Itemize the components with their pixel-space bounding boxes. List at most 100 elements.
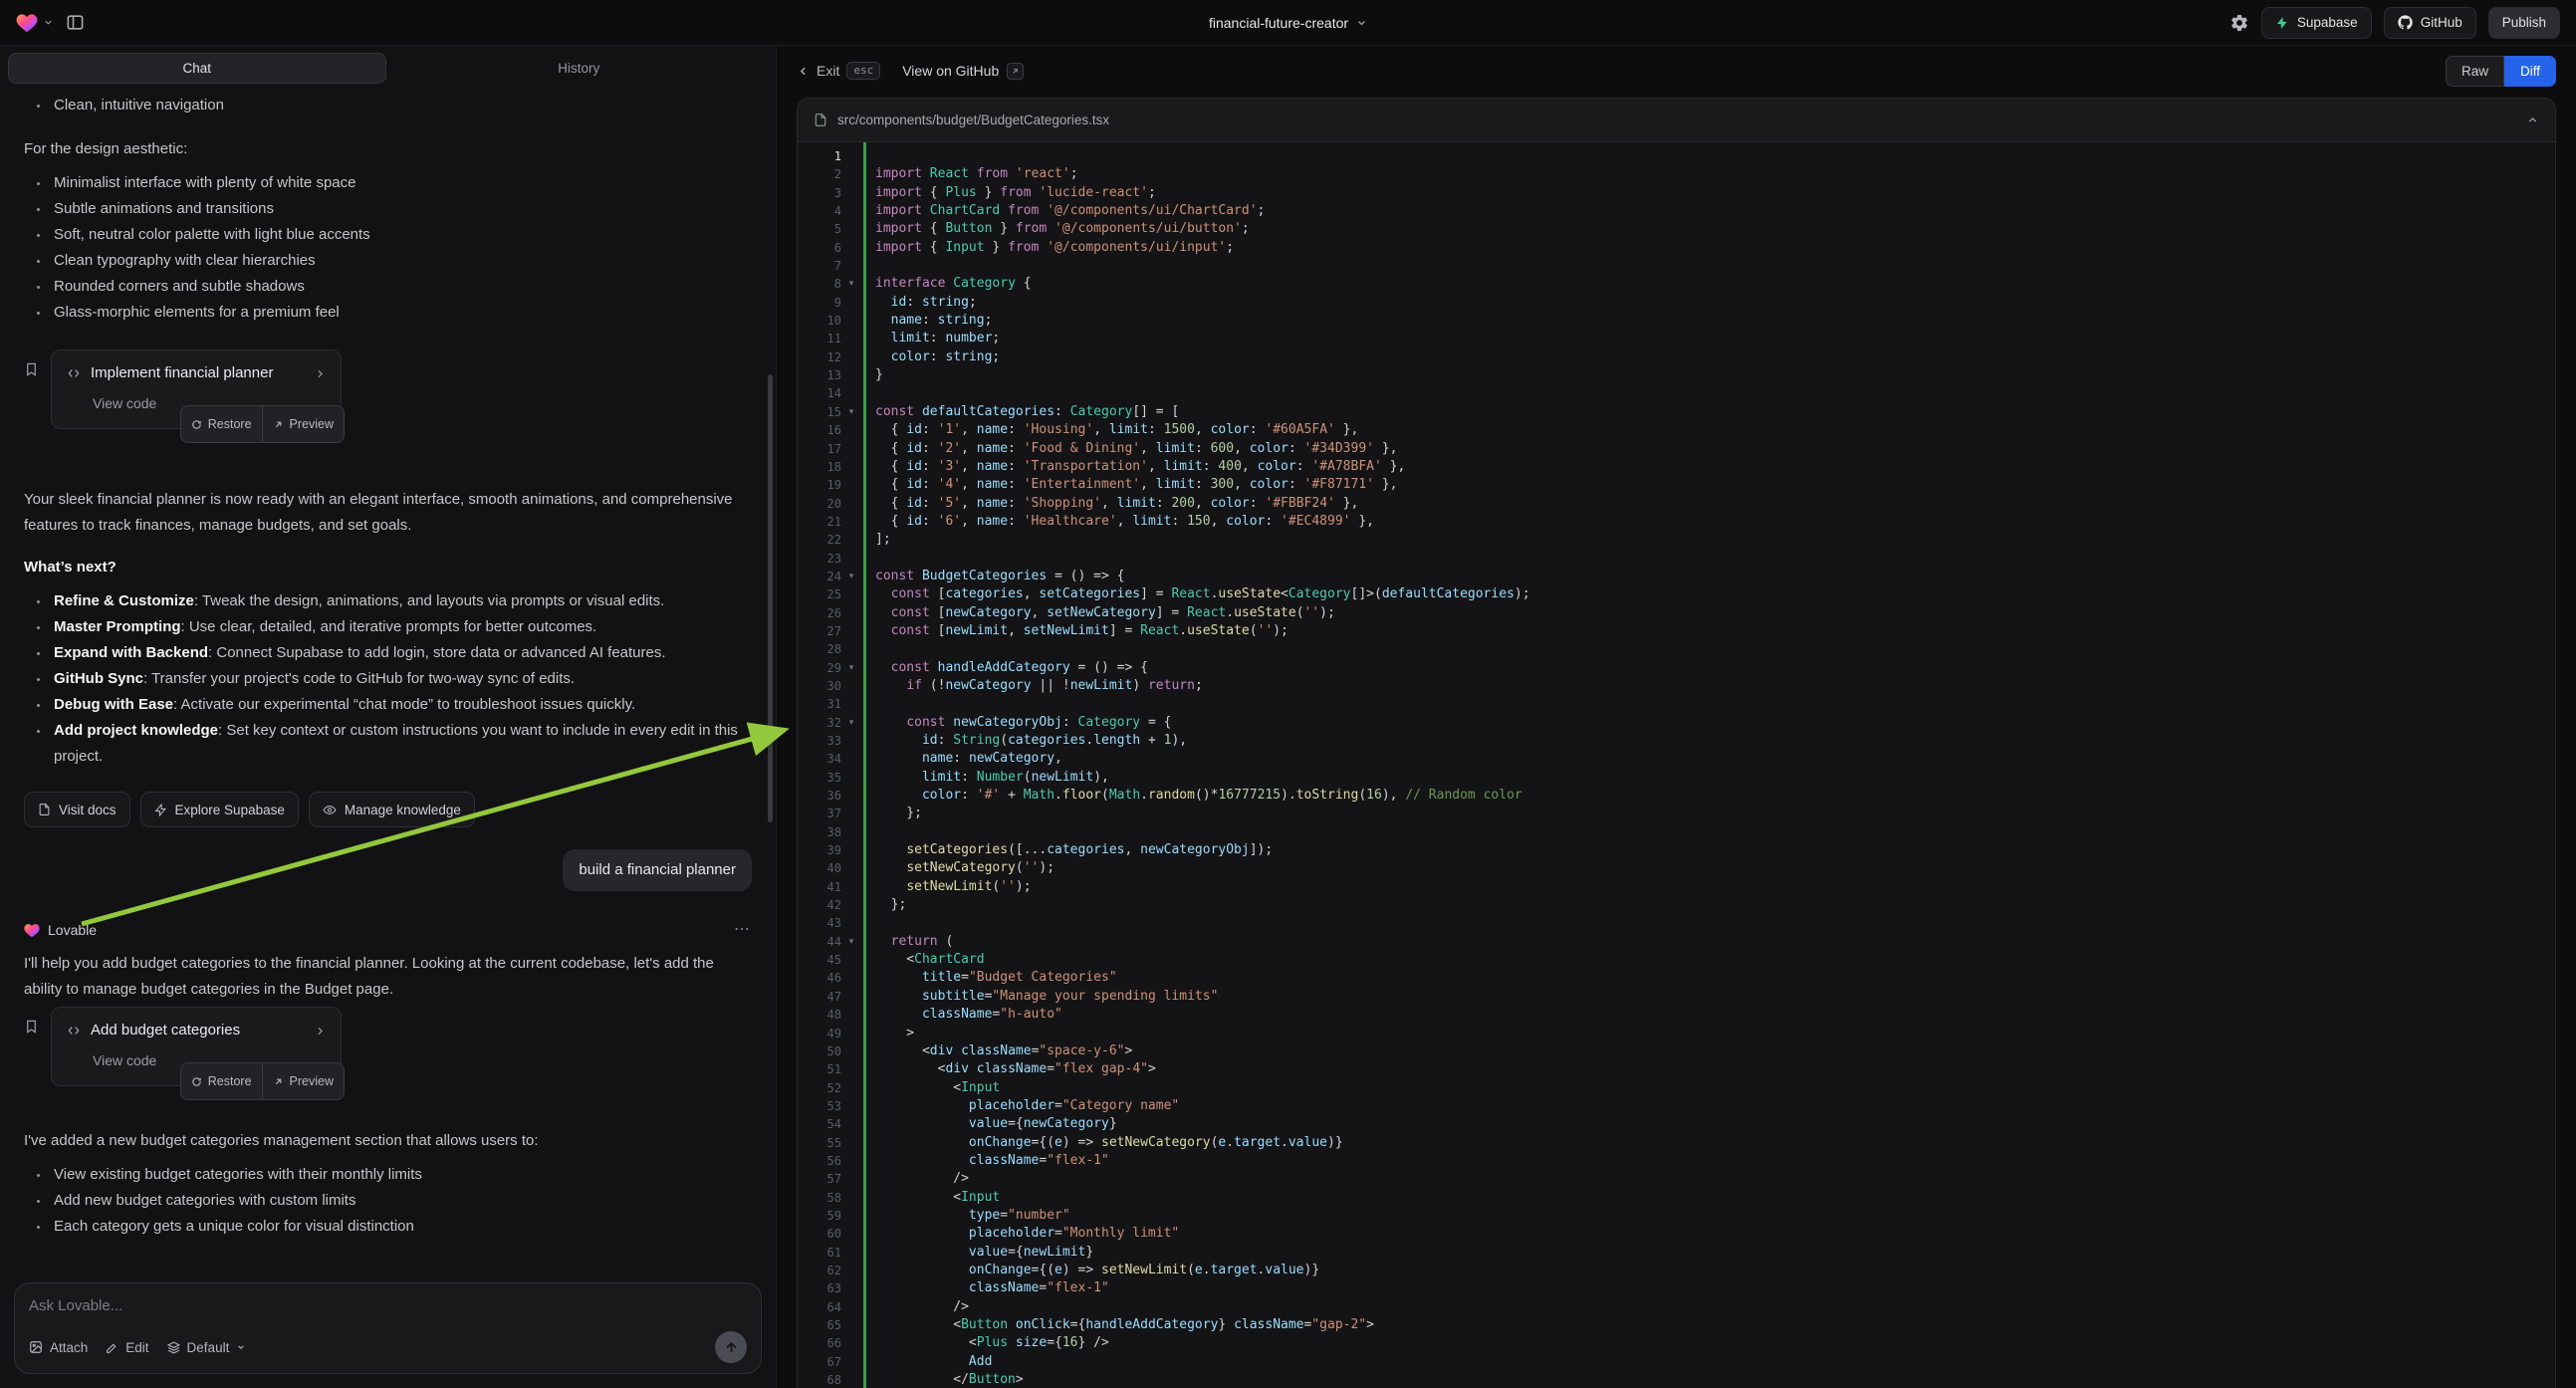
- bookmark-icon[interactable]: [24, 1019, 39, 1035]
- assistant-header: Lovable ⋯: [24, 917, 752, 943]
- sidebar-toggle-button[interactable]: [66, 13, 85, 32]
- external-link-icon: [1011, 67, 1020, 76]
- external-link-icon: [273, 419, 284, 430]
- code-line: 15▾const defaultCategories: Category[] =…: [798, 403, 2555, 421]
- code-line: 53 placeholder="Category name": [798, 1097, 2555, 1115]
- github-button[interactable]: GitHub: [2384, 7, 2476, 39]
- diff-tab[interactable]: Diff: [2504, 56, 2556, 87]
- code-line: 1: [798, 147, 2555, 165]
- exit-button[interactable]: Exit esc: [797, 62, 880, 80]
- code-line: 35 limit: Number(newLimit),: [798, 769, 2555, 787]
- code-line: 57 />: [798, 1170, 2555, 1188]
- tool-card-implement-financial-planner[interactable]: Implement financial planner View code Re…: [51, 349, 342, 429]
- message-options-button[interactable]: ⋯: [734, 917, 752, 943]
- user-message: build a financial planner: [563, 849, 752, 891]
- edit-label: Edit: [125, 1340, 148, 1355]
- code-toolbar: Exit esc View on GitHub Raw Diff: [777, 46, 2576, 96]
- explore-supabase-button[interactable]: Explore Supabase: [140, 792, 299, 827]
- tool-card-title: Implement financial planner: [91, 360, 273, 386]
- bookmark-icon[interactable]: [24, 361, 39, 377]
- code-line: 5import { Button } from '@/components/ui…: [798, 220, 2555, 238]
- file-header[interactable]: src/components/budget/BudgetCategories.t…: [798, 99, 2555, 142]
- manage-knowledge-button[interactable]: Manage knowledge: [309, 792, 475, 827]
- code-line: 66 <Plus size={16} />: [798, 1334, 2555, 1352]
- list-item: Master Prompting: Use clear, detailed, a…: [50, 614, 752, 640]
- external-link-icon: [273, 1076, 284, 1087]
- view-code-link[interactable]: View code: [93, 1047, 156, 1073]
- code-line: 34 name: newCategory,: [798, 750, 2555, 768]
- chevron-left-icon: [797, 65, 810, 78]
- code-line: 9 id: string;: [798, 294, 2555, 312]
- list-item: Expand with Backend: Connect Supabase to…: [50, 640, 752, 666]
- tool-card-add-budget-categories[interactable]: Add budget categories View code Restore: [51, 1007, 342, 1086]
- code-line: 41 setNewLimit('');: [798, 878, 2555, 896]
- collapse-file-button[interactable]: [2526, 114, 2539, 126]
- code-line: 21 { id: '6', name: 'Healthcare', limit:…: [798, 513, 2555, 531]
- view-code-link[interactable]: View code: [93, 390, 156, 416]
- raw-tab[interactable]: Raw: [2446, 56, 2504, 87]
- code-line: 17 { id: '2', name: 'Food & Dining', lim…: [798, 440, 2555, 458]
- code-line: 39 setCategories([...categories, newCate…: [798, 841, 2555, 859]
- list-item: Glass-morphic elements for a premium fee…: [50, 300, 752, 326]
- code-line: 56 className="flex-1": [798, 1152, 2555, 1170]
- attach-image-icon: [29, 1340, 43, 1354]
- preview-button[interactable]: Preview: [262, 406, 344, 442]
- list-item: Clean, intuitive navigation: [50, 93, 752, 118]
- document-icon: [38, 803, 51, 816]
- code-line: 38: [798, 823, 2555, 841]
- code-editor[interactable]: 12import React from 'react';3import { Pl…: [798, 142, 2555, 1388]
- lovable-logo[interactable]: [16, 13, 54, 33]
- panel-toggle-icon: [66, 13, 85, 32]
- file-path: src/components/budget/BudgetCategories.t…: [837, 113, 1109, 127]
- restore-button[interactable]: Restore: [181, 1063, 262, 1099]
- assistant-name: Lovable: [48, 917, 97, 943]
- code-line: 45 <ChartCard: [798, 951, 2555, 969]
- code-line: 19 { id: '4', name: 'Entertainment', lim…: [798, 476, 2555, 494]
- gear-icon: [2229, 13, 2249, 33]
- view-mode-switch: Raw Diff: [2446, 56, 2556, 87]
- preview-label: Preview: [290, 411, 334, 437]
- view-on-github-label: View on GitHub: [902, 63, 999, 79]
- code-line: 3import { Plus } from 'lucide-react';: [798, 184, 2555, 202]
- code-line: 44▾ return (: [798, 933, 2555, 951]
- tab-history[interactable]: History: [390, 53, 769, 84]
- code-line: 30 if (!newCategory || !newLimit) return…: [798, 677, 2555, 695]
- chat-scrollbar[interactable]: [768, 374, 773, 822]
- code-line: 26 const [newCategory, setNewCategory] =…: [798, 604, 2555, 622]
- chat-input[interactable]: [29, 1297, 747, 1314]
- list-item: Rounded corners and subtle shadows: [50, 274, 752, 300]
- edit-button[interactable]: Edit: [106, 1340, 148, 1355]
- code-line: 23: [798, 550, 2555, 568]
- list-item: Minimalist interface with plenty of whit…: [50, 170, 752, 196]
- view-on-github-link[interactable]: View on GitHub: [902, 63, 1024, 80]
- send-button[interactable]: [715, 1331, 747, 1363]
- code-line: 58 <Input: [798, 1189, 2555, 1207]
- settings-button[interactable]: [2229, 13, 2249, 33]
- esc-badge: esc: [846, 62, 880, 80]
- mode-select[interactable]: Default: [167, 1340, 247, 1355]
- code-line: 55 onChange={(e) => setNewCategory(e.tar…: [798, 1134, 2555, 1152]
- code-line: 4import ChartCard from '@/components/ui/…: [798, 202, 2555, 220]
- quick-actions: Visit docs Explore Supabase Manage knowl…: [24, 792, 752, 827]
- code-card: src/components/budget/BudgetCategories.t…: [797, 98, 2556, 1388]
- code-line: 6import { Input } from '@/components/ui/…: [798, 239, 2555, 257]
- preview-button[interactable]: Preview: [262, 1063, 344, 1099]
- restore-button[interactable]: Restore: [181, 406, 262, 442]
- chevron-down-icon: [1355, 17, 1367, 29]
- visit-docs-label: Visit docs: [59, 803, 117, 817]
- design-intro: For the design aesthetic:: [24, 136, 752, 162]
- tab-chat[interactable]: Chat: [8, 53, 386, 84]
- chevron-up-icon: [2526, 114, 2539, 126]
- project-switcher[interactable]: financial-future-creator: [1209, 15, 1367, 31]
- code-line: 11 limit: number;: [798, 330, 2555, 347]
- supabase-button[interactable]: Supabase: [2261, 7, 2372, 39]
- attach-label: Attach: [50, 1340, 88, 1355]
- github-label: GitHub: [2421, 15, 2462, 30]
- scroll-top-list: Clean, intuitive navigation: [24, 93, 752, 118]
- publish-button[interactable]: Publish: [2488, 7, 2560, 39]
- app-window: financial-future-creator Supabase GitHub…: [0, 0, 2576, 1388]
- attach-button[interactable]: Attach: [29, 1340, 88, 1355]
- topbar: financial-future-creator Supabase GitHub…: [0, 0, 2576, 46]
- visit-docs-button[interactable]: Visit docs: [24, 792, 130, 827]
- code-line: 61 value={newLimit}: [798, 1244, 2555, 1262]
